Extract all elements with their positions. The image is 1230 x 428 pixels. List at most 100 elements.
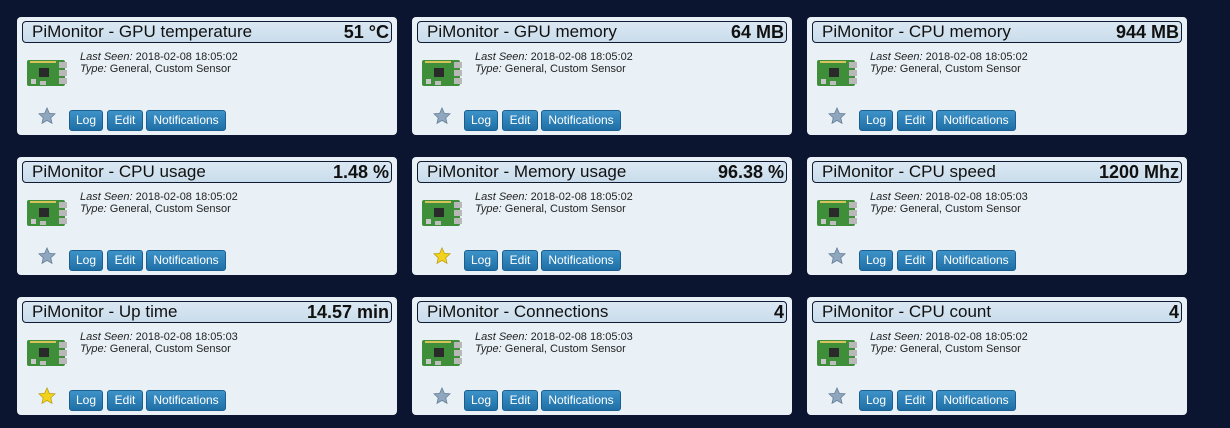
last-seen-label: Last Seen: [475,331,528,343]
notifications-button[interactable]: Notifications [146,110,226,131]
card-value: 51 °C [343,21,389,42]
card-value: 96.38 % [717,161,784,182]
favorite-star-icon[interactable] [38,247,56,265]
card-meta: Last Seen: 2018-02-08 18:05:02 Type: Gen… [80,191,238,215]
log-button[interactable]: Log [464,250,498,271]
edit-button[interactable]: Edit [107,250,143,271]
log-button[interactable]: Log [69,110,103,131]
type-value: General, Custom Sensor [504,63,626,75]
card-value: 1.48 % [332,161,389,182]
favorite-star-icon[interactable] [433,247,451,265]
card-meta: Last Seen: 2018-02-08 18:05:02 Type: Gen… [80,51,238,75]
type-label: Type: [475,203,502,215]
log-button[interactable]: Log [69,250,103,271]
notifications-button[interactable]: Notifications [541,110,621,131]
type-label: Type: [870,203,897,215]
card-title: PiMonitor - CPU speed [822,162,996,181]
card-meta: Last Seen: 2018-02-08 18:05:02 Type: Gen… [870,51,1028,75]
log-button[interactable]: Log [464,390,498,411]
notifications-button[interactable]: Notifications [541,250,621,271]
edit-button[interactable]: Edit [897,390,933,411]
type-value: General, Custom Sensor [899,343,1021,355]
favorite-star-icon[interactable] [828,107,846,125]
card-value: 4 [1168,301,1179,322]
log-button[interactable]: Log [859,110,893,131]
type-label: Type: [475,343,502,355]
last-seen-value: 2018-02-08 18:05:02 [530,51,633,63]
card-header: PiMonitor - CPU count 4 [812,301,1182,323]
card-header: PiMonitor - Connections 4 [417,301,787,323]
card-value: 64 MB [730,21,784,42]
last-seen-value: 2018-02-08 18:05:02 [530,191,633,203]
log-button[interactable]: Log [859,250,893,271]
favorite-star-icon[interactable] [828,387,846,405]
card-title: PiMonitor - Connections [427,302,609,321]
notifications-button[interactable]: Notifications [936,110,1016,131]
favorite-star-icon[interactable] [38,107,56,125]
card-title: PiMonitor - CPU usage [32,162,206,181]
last-seen-value: 2018-02-08 18:05:02 [925,331,1028,343]
last-seen-value: 2018-02-08 18:05:02 [135,191,238,203]
edit-button[interactable]: Edit [897,250,933,271]
edit-button[interactable]: Edit [107,390,143,411]
type-label: Type: [870,63,897,75]
edit-button[interactable]: Edit [502,390,538,411]
card-header: PiMonitor - CPU memory 944 MB [812,21,1182,43]
edit-button[interactable]: Edit [502,250,538,271]
notifications-button[interactable]: Notifications [146,390,226,411]
edit-button[interactable]: Edit [897,110,933,131]
card-header: PiMonitor - Up time 14.57 min [22,301,392,323]
last-seen-value: 2018-02-08 18:05:03 [135,331,238,343]
device-card: PiMonitor - Memory usage 96.38 % Last Se… [412,157,792,275]
notifications-button[interactable]: Notifications [146,250,226,271]
raspberry-pi-board-icon [27,60,67,86]
favorite-star-icon[interactable] [828,247,846,265]
favorite-star-icon[interactable] [38,387,56,405]
type-value: General, Custom Sensor [109,343,231,355]
type-value: General, Custom Sensor [109,63,231,75]
favorite-star-icon[interactable] [433,387,451,405]
card-header: PiMonitor - CPU usage 1.48 % [22,161,392,183]
card-meta: Last Seen: 2018-02-08 18:05:03 Type: Gen… [475,331,633,355]
log-button[interactable]: Log [464,110,498,131]
log-button[interactable]: Log [859,390,893,411]
card-meta: Last Seen: 2018-02-08 18:05:02 Type: Gen… [870,331,1028,355]
card-header: PiMonitor - GPU temperature 51 °C [22,21,392,43]
device-grid: PiMonitor - GPU temperature 51 °C Last S… [0,0,1230,428]
raspberry-pi-board-icon [817,60,857,86]
card-header: PiMonitor - GPU memory 64 MB [417,21,787,43]
type-label: Type: [80,343,107,355]
raspberry-pi-board-icon [27,340,67,366]
last-seen-value: 2018-02-08 18:05:02 [925,51,1028,63]
card-header: PiMonitor - CPU speed 1200 Mhz [812,161,1182,183]
device-card: PiMonitor - CPU count 4 Last Seen: 2018-… [807,297,1187,415]
type-label: Type: [80,63,107,75]
type-value: General, Custom Sensor [504,203,626,215]
type-value: General, Custom Sensor [899,63,1021,75]
device-card: PiMonitor - CPU speed 1200 Mhz Last Seen… [807,157,1187,275]
card-title: PiMonitor - GPU temperature [32,22,253,41]
edit-button[interactable]: Edit [107,110,143,131]
edit-button[interactable]: Edit [502,110,538,131]
card-value: 1200 Mhz [1098,161,1179,182]
card-title: PiMonitor - GPU memory [427,22,617,41]
last-seen-label: Last Seen: [475,191,528,203]
last-seen-label: Last Seen: [870,51,923,63]
last-seen-value: 2018-02-08 18:05:02 [135,51,238,63]
notifications-button[interactable]: Notifications [936,250,1016,271]
card-value: 4 [773,301,784,322]
card-meta: Last Seen: 2018-02-08 18:05:02 Type: Gen… [475,191,633,215]
notifications-button[interactable]: Notifications [541,390,621,411]
card-meta: Last Seen: 2018-02-08 18:05:03 Type: Gen… [870,191,1028,215]
type-label: Type: [870,343,897,355]
card-value: 14.57 min [306,301,389,322]
favorite-star-icon[interactable] [433,107,451,125]
last-seen-label: Last Seen: [475,51,528,63]
device-card: PiMonitor - GPU temperature 51 °C Last S… [17,17,397,135]
notifications-button[interactable]: Notifications [936,390,1016,411]
last-seen-label: Last Seen: [870,331,923,343]
device-card: PiMonitor - CPU memory 944 MB Last Seen:… [807,17,1187,135]
card-meta: Last Seen: 2018-02-08 18:05:03 Type: Gen… [80,331,238,355]
type-value: General, Custom Sensor [504,343,626,355]
log-button[interactable]: Log [69,390,103,411]
